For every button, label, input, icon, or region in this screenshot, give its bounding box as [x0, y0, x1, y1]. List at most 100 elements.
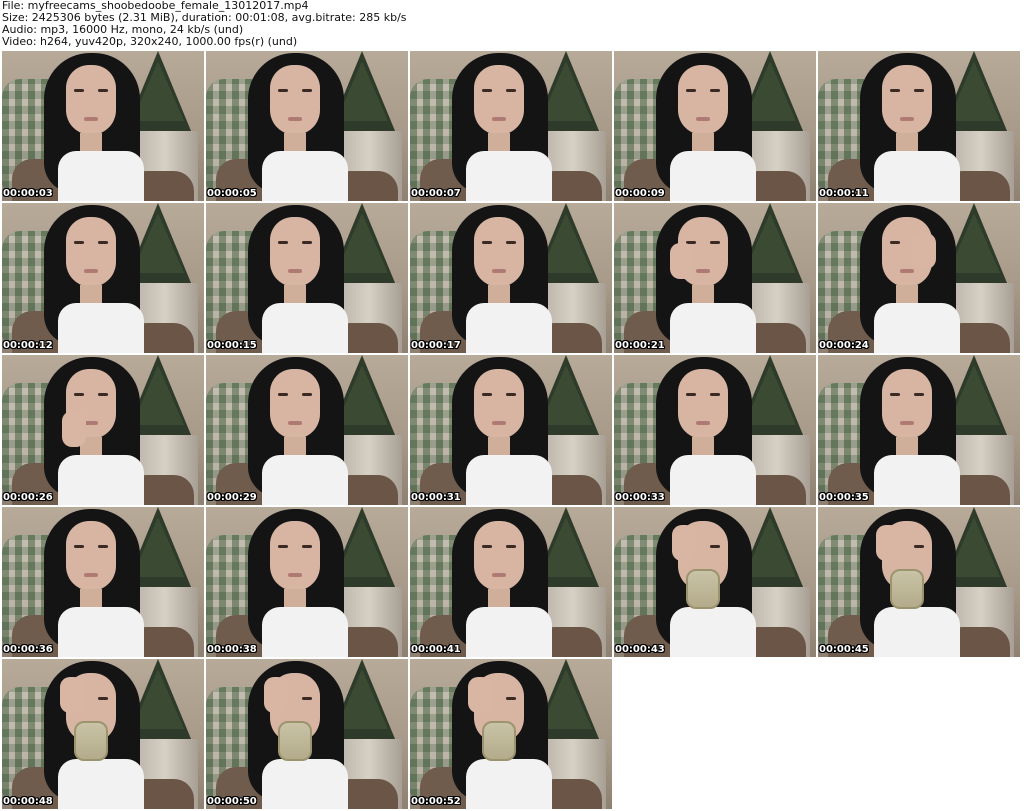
- video-frame-thumbnail: 00:00:33: [614, 355, 816, 505]
- white-top: [262, 607, 348, 657]
- left-eye: [686, 393, 696, 396]
- white-top: [670, 151, 756, 201]
- left-eye: [890, 241, 900, 244]
- face: [66, 65, 116, 135]
- right-eye: [506, 697, 516, 700]
- armchair-right: [748, 475, 806, 505]
- video-frame-thumbnail: 00:00:41: [410, 507, 612, 657]
- left-eye: [74, 241, 84, 244]
- frame-timestamp: 00:00:50: [207, 796, 257, 807]
- white-top: [58, 607, 144, 657]
- white-top: [262, 455, 348, 505]
- mouth: [492, 421, 506, 425]
- mouth: [84, 573, 98, 577]
- hand: [60, 677, 84, 713]
- hand: [672, 525, 696, 561]
- white-top: [670, 455, 756, 505]
- face: [270, 217, 320, 287]
- left-eye: [890, 89, 900, 92]
- thumbnail-grid: 00:00:03 00:00:05 00:00:07 00:00:09 00:00:11…: [2, 51, 1022, 811]
- frame-timestamp: 00:00:07: [411, 188, 461, 199]
- white-top: [466, 759, 552, 809]
- face: [270, 369, 320, 439]
- face: [882, 369, 932, 439]
- mouth: [696, 421, 710, 425]
- frame-timestamp: 00:00:45: [819, 644, 869, 655]
- white-top: [466, 303, 552, 353]
- frame-timestamp: 00:00:15: [207, 340, 257, 351]
- mouth: [492, 573, 506, 577]
- frame-timestamp: 00:00:48: [3, 796, 53, 807]
- video-frame-thumbnail: 00:00:15: [206, 203, 408, 353]
- left-eye: [482, 545, 492, 548]
- right-eye: [302, 241, 312, 244]
- frame-timestamp: 00:00:26: [3, 492, 53, 503]
- hand: [670, 243, 694, 279]
- frame-timestamp: 00:00:17: [411, 340, 461, 351]
- right-eye: [710, 545, 720, 548]
- video-frame-thumbnail: 00:00:24: [818, 203, 1020, 353]
- right-eye: [302, 697, 312, 700]
- video-frame-thumbnail: 00:00:26: [2, 355, 204, 505]
- right-eye: [98, 393, 108, 396]
- armchair-right: [340, 171, 398, 201]
- video-frame-thumbnail: 00:00:05: [206, 51, 408, 201]
- face: [474, 217, 524, 287]
- right-eye: [302, 393, 312, 396]
- white-top: [466, 607, 552, 657]
- frame-timestamp: 00:00:38: [207, 644, 257, 655]
- white-top: [466, 151, 552, 201]
- mouth: [900, 117, 914, 121]
- mouth: [492, 117, 506, 121]
- armchair-right: [748, 171, 806, 201]
- mouth: [492, 269, 506, 273]
- compact-mirror: [278, 721, 312, 761]
- right-eye: [914, 545, 924, 548]
- right-eye: [98, 89, 108, 92]
- armchair-right: [544, 475, 602, 505]
- left-eye: [74, 89, 84, 92]
- left-eye: [74, 393, 84, 396]
- right-eye: [914, 393, 924, 396]
- video-frame-thumbnail: 00:00:52: [410, 659, 612, 809]
- face: [678, 369, 728, 439]
- white-top: [874, 151, 960, 201]
- right-eye: [914, 89, 924, 92]
- left-eye: [890, 393, 900, 396]
- left-eye: [278, 393, 288, 396]
- mouth: [900, 269, 914, 273]
- mouth: [84, 117, 98, 121]
- face: [678, 65, 728, 135]
- video-frame-thumbnail: 00:00:03: [2, 51, 204, 201]
- mouth: [84, 421, 98, 425]
- video-frame-thumbnail: 00:00:07: [410, 51, 612, 201]
- mouth: [288, 269, 302, 273]
- white-top: [262, 151, 348, 201]
- hand: [62, 411, 86, 447]
- video-frame-thumbnail: 00:00:11: [818, 51, 1020, 201]
- right-eye: [98, 545, 108, 548]
- left-eye: [278, 89, 288, 92]
- armchair-right: [136, 323, 194, 353]
- white-top: [262, 303, 348, 353]
- right-eye: [302, 545, 312, 548]
- armchair-right: [136, 475, 194, 505]
- right-eye: [302, 89, 312, 92]
- left-eye: [278, 241, 288, 244]
- armchair-right: [340, 323, 398, 353]
- frame-timestamp: 00:00:31: [411, 492, 461, 503]
- frame-timestamp: 00:00:03: [3, 188, 53, 199]
- video-frame-thumbnail: 00:00:50: [206, 659, 408, 809]
- frame-timestamp: 00:00:43: [615, 644, 665, 655]
- white-top: [58, 151, 144, 201]
- left-eye: [482, 393, 492, 396]
- right-eye: [710, 241, 720, 244]
- video-frame-thumbnail: 00:00:17: [410, 203, 612, 353]
- armchair-right: [136, 779, 194, 809]
- face: [474, 369, 524, 439]
- video-frame-thumbnail: 00:00:43: [614, 507, 816, 657]
- face: [66, 521, 116, 591]
- compact-mirror: [74, 721, 108, 761]
- white-top: [874, 455, 960, 505]
- armchair-right: [748, 627, 806, 657]
